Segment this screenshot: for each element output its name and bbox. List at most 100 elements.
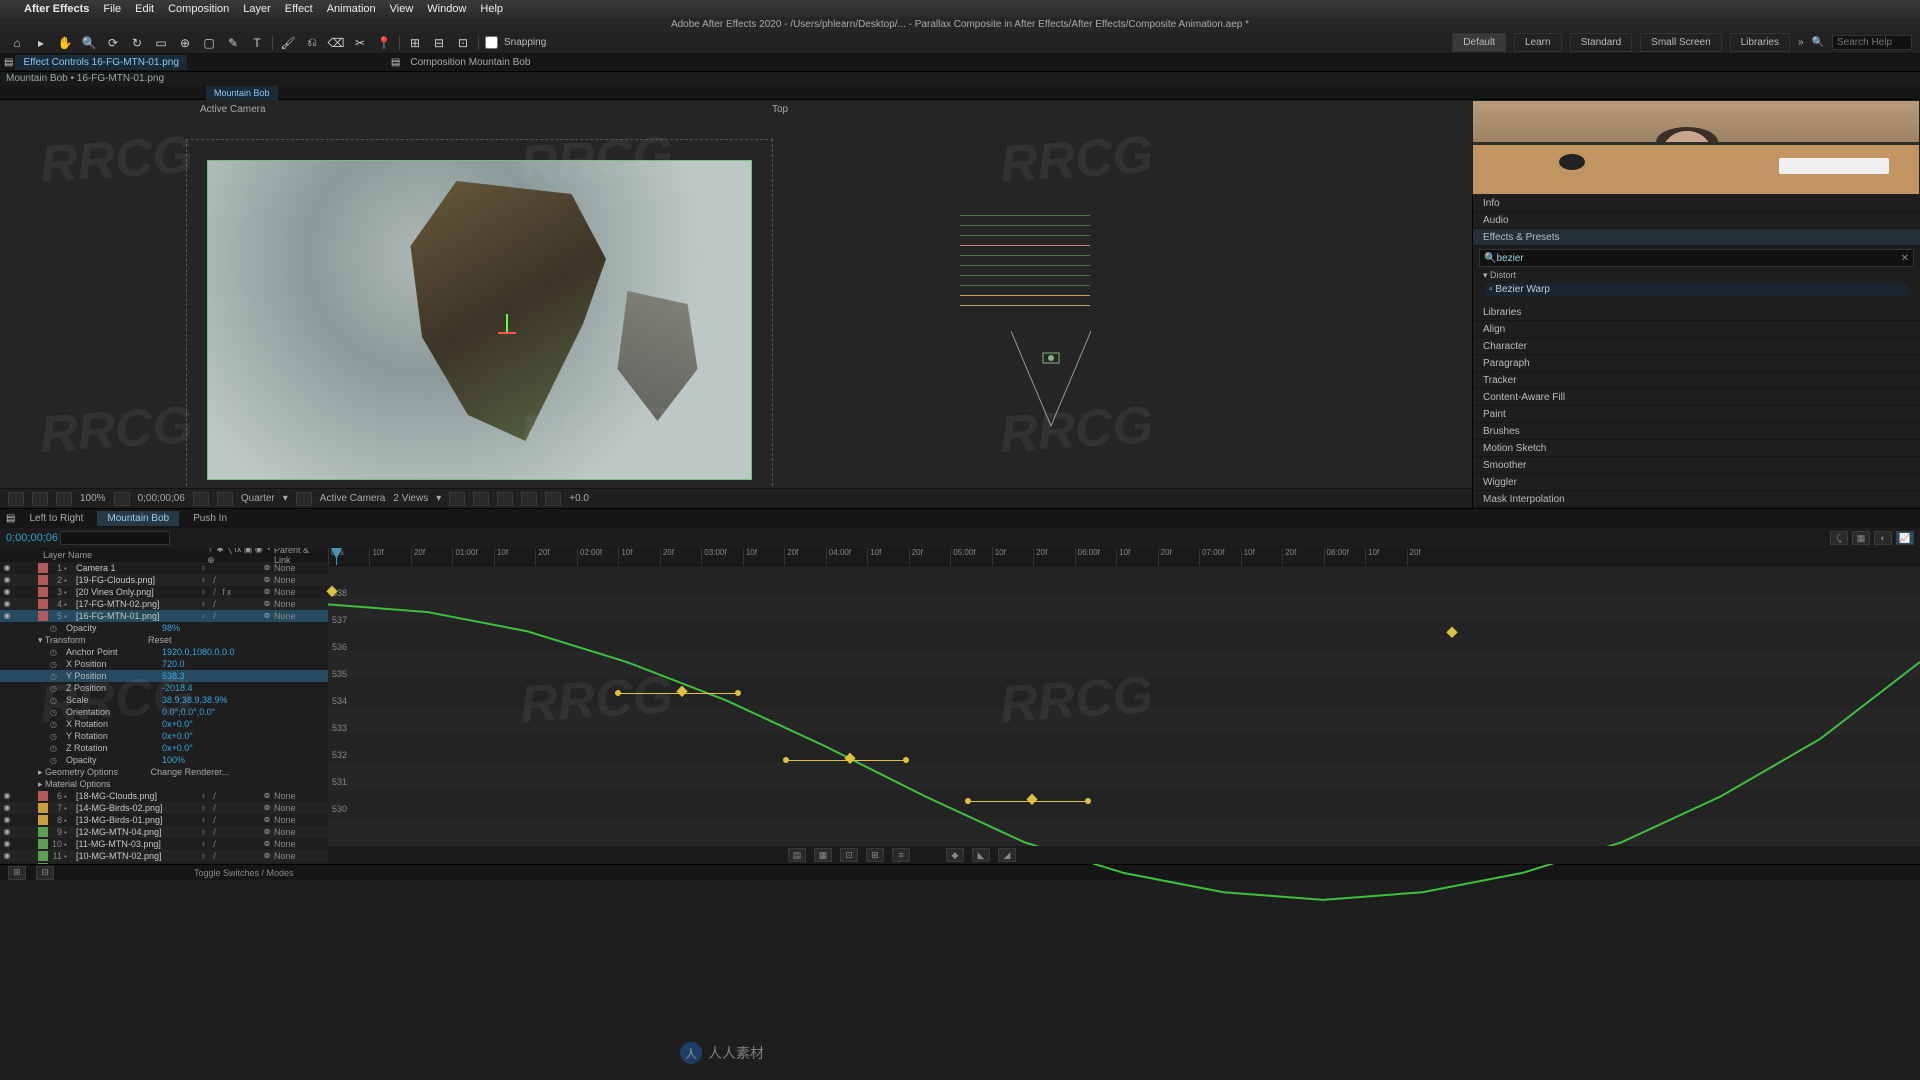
label-color[interactable] [38, 803, 48, 813]
label-color[interactable] [38, 815, 48, 825]
parent-menu[interactable]: None [274, 815, 326, 825]
expand-icon[interactable]: ⊞ [8, 866, 26, 880]
stopwatch-icon[interactable]: ◷ [50, 696, 60, 705]
stopwatch-icon[interactable]: ◷ [50, 708, 60, 717]
guides-toggle-icon[interactable] [56, 492, 72, 506]
solo-icon[interactable] [14, 575, 24, 585]
flowchart-icon[interactable] [521, 492, 537, 506]
workspace-default[interactable]: Default [1452, 33, 1506, 52]
layer-row[interactable]: ◉ 8 ▪ [13-MG-Birds-01.png] ♀ / ⊚ None [0, 814, 328, 826]
layer-row[interactable]: ◉ 2 ▪ [19-FG-Clouds.png] ♀ / ⊚ None [0, 574, 328, 586]
panel-content-aware[interactable]: Content-Aware Fill [1473, 389, 1920, 406]
shape-tool-icon[interactable]: ▢ [200, 34, 218, 52]
property-value[interactable]: -2018.4 [162, 683, 193, 693]
stopwatch-icon[interactable]: ◷ [50, 660, 60, 669]
roto-tool-icon[interactable]: ✂ [351, 34, 369, 52]
parent-menu[interactable]: None [274, 803, 326, 813]
separate-dim-icon[interactable]: ≡ [892, 848, 910, 862]
effects-group[interactable]: ▾ Distort [1473, 270, 1920, 281]
panel-wiggler[interactable]: Wiggler [1473, 474, 1920, 491]
menu-layer[interactable]: Layer [243, 3, 271, 15]
layer-row[interactable]: ◉ 5 ▪ [16-FG-MTN-01.png] ♀ / ⊚ None [0, 610, 328, 622]
eraser-tool-icon[interactable]: ⌫ [327, 34, 345, 52]
grid-toggle-icon[interactable] [8, 492, 24, 506]
orbit-tool-icon[interactable]: ⟳ [104, 34, 122, 52]
solo-icon[interactable] [14, 791, 24, 801]
property-row[interactable]: ◷ X Position 720.0 [0, 658, 328, 670]
label-color[interactable] [38, 839, 48, 849]
layer-name[interactable]: [16-FG-MTN-01.png] [76, 611, 198, 621]
parent-pick-icon[interactable]: ⊚ [262, 851, 272, 861]
mini-tab-comp[interactable]: Mountain Bob [206, 86, 278, 100]
snapping-checkbox[interactable] [485, 36, 498, 49]
eye-icon[interactable]: ◉ [2, 815, 12, 825]
panel-motion-sketch[interactable]: Motion Sketch [1473, 440, 1920, 457]
solo-icon[interactable] [14, 563, 24, 573]
label-color[interactable] [38, 611, 48, 621]
menu-composition[interactable]: Composition [168, 3, 229, 15]
bezier-handle[interactable] [786, 760, 906, 761]
panel-brushes[interactable]: Brushes [1473, 423, 1920, 440]
layer-flags[interactable]: ♀ / [200, 839, 260, 849]
solo-icon[interactable] [14, 839, 24, 849]
label-color[interactable] [38, 599, 48, 609]
snapshot-icon[interactable] [193, 492, 209, 506]
property-row[interactable]: ◷ Y Position 538.3 [0, 670, 328, 682]
layer-flags[interactable]: ♀ / [200, 827, 260, 837]
menu-view[interactable]: View [390, 3, 414, 15]
zoom-tool-icon[interactable]: 🔍 [80, 34, 98, 52]
tab-effect-controls[interactable]: Effect Controls 16-FG-MTN-01.png [15, 55, 186, 70]
label-color[interactable] [38, 863, 48, 864]
layer-row[interactable]: ◉ 7 ▪ [14-MG-Birds-02.png] ♀ / ⊚ None [0, 802, 328, 814]
eye-icon[interactable]: ◉ [2, 599, 12, 609]
layer-name[interactable]: Camera 1 [76, 563, 198, 573]
property-row[interactable]: ◷ Y Rotation 0x+0.0° [0, 730, 328, 742]
layer-name[interactable]: [12-MG-MTN-04.png] [76, 827, 198, 837]
label-color[interactable] [38, 563, 48, 573]
layer-flags[interactable]: ♀ / [200, 803, 260, 813]
workspace-more-icon[interactable]: » [1798, 37, 1804, 48]
panel-align[interactable]: Align [1473, 321, 1920, 338]
panel-smoother[interactable]: Smoother [1473, 457, 1920, 474]
eye-icon[interactable]: ◉ [2, 839, 12, 849]
viewer-time[interactable]: 0;00;00;06 [138, 493, 185, 504]
home-icon[interactable]: ⌂ [8, 34, 26, 52]
parent-pick-icon[interactable]: ⊚ [262, 599, 272, 609]
brush-tool-icon[interactable]: 🖌 [279, 34, 297, 52]
layer-flags[interactable]: ♀ / [200, 599, 260, 609]
parent-menu[interactable]: None [274, 563, 326, 573]
puppet-tool-icon[interactable]: 📍 [375, 34, 393, 52]
bezier-handle-dot[interactable] [1085, 798, 1091, 804]
menu-animation[interactable]: Animation [327, 3, 376, 15]
parent-pick-icon[interactable]: ⊚ [262, 839, 272, 849]
parent-menu[interactable]: None [274, 863, 326, 864]
snap-icon[interactable]: ▦ [814, 848, 832, 862]
panel-info[interactable]: Info [1473, 195, 1920, 212]
panel-character[interactable]: Character [1473, 338, 1920, 355]
eye-icon[interactable]: ◉ [2, 851, 12, 861]
mask-toggle-icon[interactable] [32, 492, 48, 506]
lock-icon[interactable] [26, 575, 36, 585]
clone-tool-icon[interactable]: ⎌ [303, 34, 321, 52]
workspace-learn[interactable]: Learn [1514, 33, 1562, 52]
pen-tool-icon[interactable]: ✎ [224, 34, 242, 52]
layer-name[interactable]: [10-MG-MTN-02.png] [76, 851, 198, 861]
timeline-menu-icon[interactable]: ▤ [6, 513, 15, 524]
parent-pick-icon[interactable]: ⊚ [262, 563, 272, 573]
layer-row[interactable]: ◉ 9 ▪ [12-MG-MTN-04.png] ♀ / ⊚ None [0, 826, 328, 838]
parent-menu[interactable]: None [274, 827, 326, 837]
anchor-gizmo-icon[interactable] [498, 326, 516, 344]
effect-bezier-warp[interactable]: ▫ Bezier Warp [1485, 283, 1908, 296]
property-row[interactable]: ◷ Scale 38.9,38.9,38.9% [0, 694, 328, 706]
graph-editor-icon[interactable]: 📈 [1896, 531, 1914, 545]
camera-menu[interactable]: Active Camera [320, 493, 386, 504]
solo-icon[interactable] [14, 827, 24, 837]
menu-window[interactable]: Window [427, 3, 466, 15]
frameblend-toggle-icon[interactable]: ▦ [1852, 531, 1870, 545]
parent-pick-icon[interactable]: ⊚ [262, 863, 272, 864]
geometry-options[interactable]: ▸ Geometry Options Change Renderer... [0, 766, 328, 778]
layer-flags[interactable]: ♀ / [200, 575, 260, 585]
current-time[interactable]: 0;00;00;06 [0, 532, 60, 544]
camera-tool-icon[interactable]: ▭ [152, 34, 170, 52]
easy-ease-icon[interactable]: ◆ [946, 848, 964, 862]
